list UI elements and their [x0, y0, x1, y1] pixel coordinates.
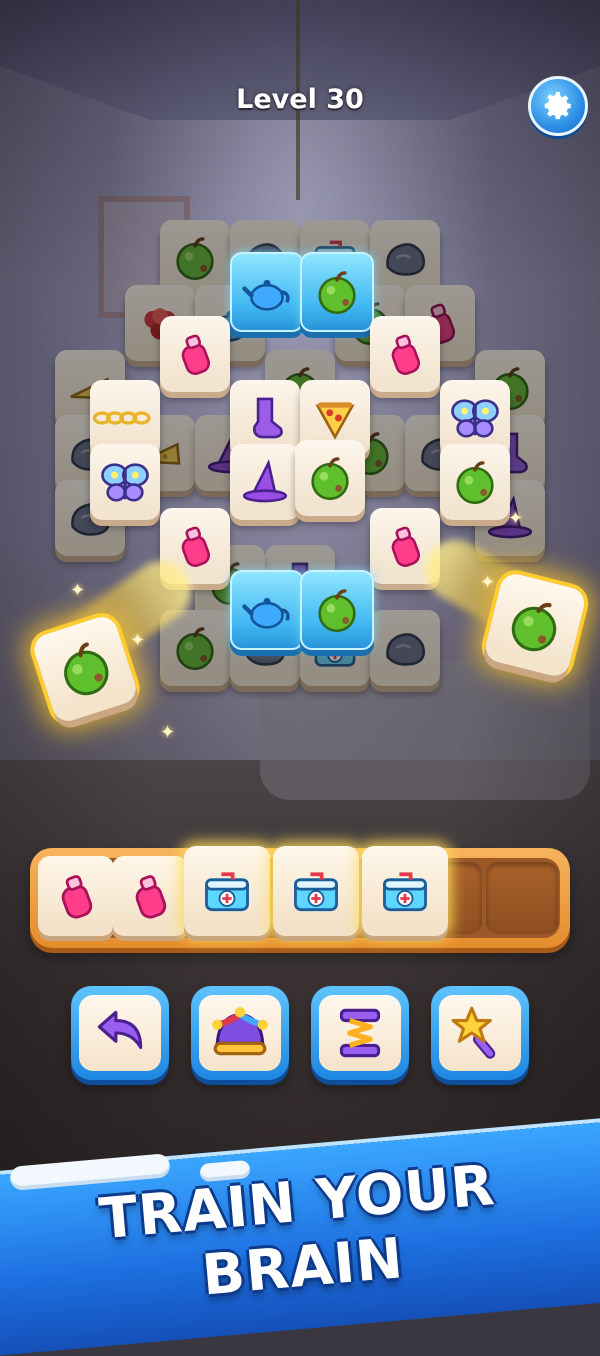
frozen-tile-apple[interactable] — [300, 570, 374, 650]
booster-face — [319, 995, 401, 1071]
apple-icon — [46, 630, 124, 708]
gear-icon — [544, 91, 572, 120]
frozen-tile-teapot[interactable] — [230, 570, 304, 650]
board-tile-bottle[interactable] — [160, 316, 230, 392]
apple-icon — [311, 584, 363, 636]
tray-tile-bottle — [112, 856, 188, 936]
tray-tile-bottle — [38, 856, 114, 936]
level-title: Level 30 — [236, 84, 364, 115]
sparkle-icon: ✦ — [508, 508, 524, 529]
tray-slot-empty — [486, 862, 558, 934]
shuffle-button[interactable] — [191, 986, 289, 1080]
bottle-icon — [169, 520, 221, 572]
settings-button[interactable] — [528, 76, 588, 136]
board-tile-rock[interactable] — [370, 610, 440, 686]
first-aid-kit-icon — [199, 863, 255, 919]
board-tile-apple[interactable] — [295, 440, 365, 516]
magic-wand-icon — [451, 1006, 496, 1059]
spring-icon — [339, 1008, 381, 1058]
jester-hat-icon — [212, 1007, 268, 1056]
first-aid-kit-icon — [288, 863, 344, 919]
spring-button[interactable] — [311, 986, 409, 1080]
sock-icon — [239, 392, 291, 444]
bottle-icon — [48, 868, 104, 924]
magic-wand-button[interactable] — [431, 986, 529, 1080]
board-tile-bottle[interactable] — [370, 316, 440, 392]
undo-arrow-icon — [97, 1010, 143, 1050]
witch-hat-icon — [239, 456, 291, 508]
apple-icon — [304, 452, 356, 504]
bottle-icon — [169, 328, 221, 380]
tray-tile-first-aid-kit — [362, 846, 448, 936]
undo-button[interactable] — [71, 986, 169, 1080]
apple-icon — [311, 266, 363, 318]
bottle-icon — [122, 868, 178, 924]
bottle-icon — [379, 328, 431, 380]
sparkle-icon: ✦ — [480, 572, 496, 593]
board-tile-butterfly[interactable] — [90, 444, 160, 520]
rock-icon — [379, 622, 431, 674]
board-tile-witch-hat[interactable] — [230, 444, 300, 520]
sparkle-icon: ✦ — [70, 580, 86, 601]
booster-face — [79, 995, 161, 1071]
frozen-tile-teapot[interactable] — [230, 252, 304, 332]
sparkle-icon: ✦ — [160, 722, 176, 743]
board-tile-apple[interactable] — [160, 610, 230, 686]
apple-icon — [497, 587, 572, 662]
frozen-tile-apple[interactable] — [300, 252, 374, 332]
tray-tile-first-aid-kit — [273, 846, 359, 936]
butterfly-icon — [449, 392, 501, 444]
booster-face — [199, 995, 281, 1071]
apple-icon — [169, 232, 221, 284]
pizza-icon — [309, 392, 361, 444]
teapot-icon — [241, 584, 293, 636]
bottle-icon — [379, 520, 431, 572]
rock-icon — [379, 232, 431, 284]
apple-icon — [449, 456, 501, 508]
board-tile-apple-chained[interactable] — [440, 444, 510, 520]
booster-face — [439, 995, 521, 1071]
butterfly-icon — [99, 456, 151, 508]
apple-icon — [169, 622, 221, 674]
tray-tile-first-aid-kit — [184, 846, 270, 936]
chain-icon — [92, 403, 158, 433]
teapot-icon — [241, 266, 293, 318]
sparkle-icon: ✦ — [130, 630, 146, 651]
first-aid-kit-icon — [377, 863, 433, 919]
